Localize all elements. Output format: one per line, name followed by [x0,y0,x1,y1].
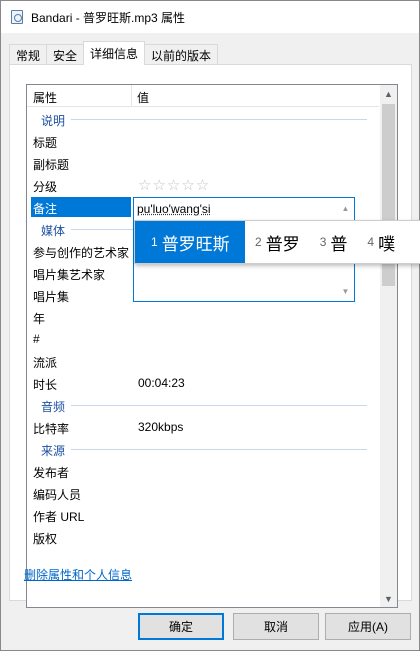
ime-candidate-3[interactable]: 3 普 [310,221,358,263]
property-name: 比特率 [33,422,70,436]
property-list[interactable]: 属性 值 说明 标题 副标题 分级 ☆☆☆☆☆ 备注 媒体 参与创作的艺术家 唱… [26,84,398,608]
column-header-value[interactable]: 值 [137,89,149,106]
list-row-encoded-by[interactable]: 编码人员 [27,482,379,504]
group-label: 说明 [41,112,72,129]
group-divider [41,405,367,406]
candidate-word: 普 [330,234,348,254]
list-row-subtitle[interactable]: 副标题 [27,152,379,174]
ime-candidate-window: 1 普罗旺斯 2 普罗 3 普 4 噗 [134,220,420,264]
property-name: 作者 URL [33,510,85,524]
property-name: 备注 [33,202,58,216]
property-value: 00:04:23 [138,376,185,390]
property-name: 流派 [33,356,58,370]
group-label: 媒体 [41,222,72,239]
tab-general[interactable]: 常规 [9,44,48,65]
ok-button[interactable]: 确定 [138,613,224,640]
details-panel: 属性 值 说明 标题 副标题 分级 ☆☆☆☆☆ 备注 媒体 参与创作的艺术家 唱… [9,64,412,608]
list-header: 属性 值 [27,85,379,107]
chevron-down-icon[interactable]: ▼ [337,283,354,299]
properties-dialog: Bandari - 普罗旺斯.mp3 属性 常规 安全 详细信息 以前的版本 属… [0,0,420,651]
candidate-word: 普罗旺斯 [161,234,230,254]
list-row-copyright[interactable]: 版权 [27,526,379,548]
list-row-rating[interactable]: 分级 ☆☆☆☆☆ [27,174,379,196]
group-divider [41,119,367,120]
property-name: 唱片集艺术家 [33,268,106,282]
property-name: 发布者 [33,466,70,480]
candidate-word: 噗 [378,234,396,254]
candidate-number: 4 [367,235,375,249]
tab-security[interactable]: 安全 [46,44,85,65]
candidate-number: 1 [151,235,158,249]
candidate-number: 2 [255,235,262,249]
window-title: Bandari - 普罗旺斯.mp3 属性 [31,10,186,25]
property-name: 标题 [33,136,58,150]
property-name: 年 [33,312,46,326]
group-label: 音频 [41,398,72,415]
property-name: 编码人员 [33,488,82,502]
tab-details[interactable]: 详细信息 [83,41,146,65]
list-scrollbar[interactable]: ▲ ▼ [380,85,397,607]
property-name: # [33,332,40,346]
rating-stars[interactable]: ☆☆☆☆☆ [138,176,210,194]
apply-button[interactable]: 应用(A) [325,613,411,640]
mp3-file-icon [11,10,23,24]
list-row-publisher[interactable]: 发布者 [27,460,379,482]
property-name: 副标题 [33,158,70,172]
property-name: 分级 [33,180,58,194]
group-divider [41,449,367,450]
group-description: 说明 [27,108,379,130]
list-row-length[interactable]: 时长 00:04:23 [27,372,379,394]
ime-candidate-1[interactable]: 1 普罗旺斯 [135,221,245,263]
list-row-genre[interactable]: 流派 [27,350,379,372]
property-value: 320kbps [138,420,184,434]
group-audio: 音频 [27,394,379,416]
candidate-word: 普罗 [265,234,300,254]
list-row-title[interactable]: 标题 [27,130,379,152]
candidate-number: 3 [319,235,327,249]
list-row-track[interactable]: # [27,328,379,350]
list-row-year[interactable]: 年 [27,306,379,328]
chevron-up-icon[interactable]: ▲ [337,200,354,216]
ime-candidate-2[interactable]: 2 普罗 [245,221,310,263]
property-name: 参与创作的艺术家 [33,246,130,260]
property-name: 时长 [33,378,58,392]
group-label: 来源 [41,442,72,459]
column-separator[interactable] [131,85,132,107]
property-name: 版权 [33,532,58,546]
scroll-up-arrow-icon[interactable]: ▲ [380,85,397,102]
cancel-button[interactable]: 取消 [233,613,319,640]
title-bar: Bandari - 普罗旺斯.mp3 属性 [1,1,419,33]
comments-input-text[interactable]: pu'luo'wang'si [137,202,211,216]
scroll-down-arrow-icon[interactable]: ▼ [380,590,397,607]
group-origin: 来源 [27,438,379,460]
ime-candidate-4[interactable]: 4 噗 [357,221,405,263]
tab-previous-versions[interactable]: 以前的版本 [144,44,219,65]
column-header-property[interactable]: 属性 [33,89,57,106]
list-row-author-url[interactable]: 作者 URL [27,504,379,526]
property-name: 唱片集 [33,290,70,304]
list-row-bitrate[interactable]: 比特率 320kbps [27,416,379,438]
remove-properties-link[interactable]: 删除属性和个人信息 [24,566,132,583]
tab-strip: 常规 安全 详细信息 以前的版本 [9,41,219,65]
